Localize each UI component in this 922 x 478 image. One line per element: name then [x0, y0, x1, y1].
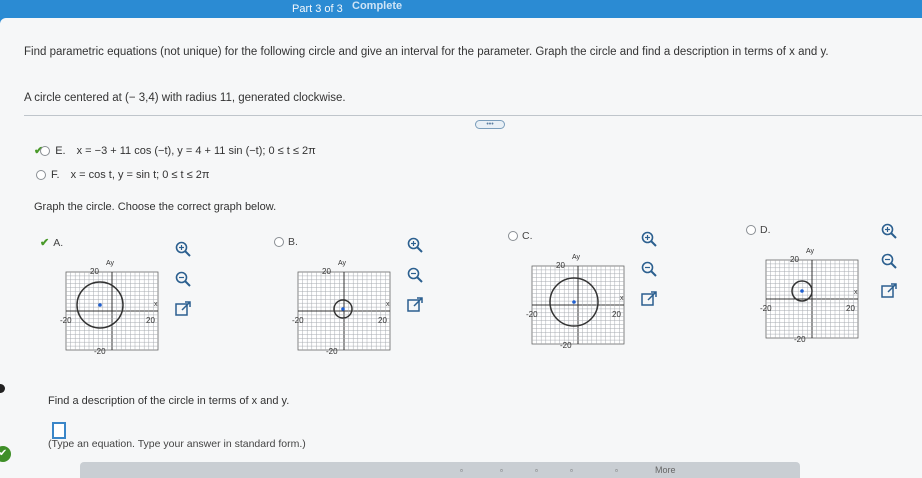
graph-c-x-right: 20	[612, 310, 621, 319]
option-f-text: x = cos t, y = sin t; 0 ≤ t ≤ 2π	[70, 169, 210, 181]
graph-b-y-bottom: -20	[326, 347, 338, 356]
graph-b-y-axis: Ay	[338, 260, 347, 267]
toolbar-tool[interactable]: ▫	[615, 466, 618, 475]
graph-c-center	[572, 300, 576, 304]
answer-input[interactable]	[52, 422, 66, 439]
external-link-icon[interactable]	[640, 290, 658, 308]
graph-d[interactable]: 20 -20 -20 20 x Ay	[758, 244, 868, 344]
option-e-text: x = −3 + 11 cos (−t), y = 4 + 11 sin (−t…	[76, 144, 316, 157]
choice-b[interactable]: B.	[274, 236, 298, 248]
graph-c-y-axis: Ay	[572, 254, 581, 261]
option-f[interactable]: F. x = cos t, y = sin t; 0 ≤ t ≤ 2π	[36, 169, 209, 181]
choice-c-letter: C.	[522, 230, 533, 242]
graph-prompt: Graph the circle. Choose the correct gra…	[34, 201, 277, 213]
toolbar-tool[interactable]: ▫	[460, 466, 463, 475]
graph-a-x-left: -20	[60, 316, 72, 325]
choice-c[interactable]: C.	[508, 230, 533, 242]
option-e-letter: E.	[55, 144, 66, 157]
answer-hint: (Type an equation. Type your answer in s…	[48, 438, 306, 450]
zoom-out-icon[interactable]	[174, 270, 192, 288]
graph-b-x-right: 20	[378, 316, 387, 325]
graph-a-center	[98, 303, 102, 307]
external-link-icon[interactable]	[406, 296, 424, 314]
graph-d-x-left: -20	[760, 304, 772, 313]
graph-a-y-axis: Ay	[106, 260, 115, 267]
toolbar-tool[interactable]: ▫	[535, 466, 538, 475]
choice-b-letter: B.	[288, 236, 298, 248]
graph-b-grid	[297, 271, 391, 351]
choice-d-letter: D.	[760, 224, 771, 236]
status-label: Complete	[352, 0, 403, 12]
part-label: Part 3 of 3	[292, 3, 343, 15]
graph-c[interactable]: 20 -20 -20 20 x Ay	[524, 250, 634, 350]
graph-c-x-left: -20	[526, 310, 538, 319]
graph-a-x-right: 20	[146, 316, 155, 325]
choice-d[interactable]: D.	[746, 224, 771, 236]
check-icon: ✔	[40, 237, 50, 249]
graph-b-x-axis: x	[386, 301, 390, 308]
zoom-out-icon[interactable]	[640, 260, 658, 278]
zoom-in-icon[interactable]	[880, 222, 898, 240]
graph-b-x-left: -20	[292, 316, 304, 325]
graph-c-y-bottom: -20	[560, 341, 572, 350]
graph-a-y-bottom: -20	[94, 347, 106, 356]
option-f-radio[interactable]	[36, 170, 46, 180]
graph-d-y-bottom: -20	[794, 335, 806, 344]
expand-pill[interactable]: •••	[475, 120, 505, 129]
graph-c-x-axis: x	[620, 295, 624, 302]
external-link-icon[interactable]	[880, 282, 898, 300]
graph-c-y-top: 20	[556, 261, 565, 270]
graph-d-y-top: 20	[790, 255, 799, 264]
choice-b-radio[interactable]	[274, 237, 284, 247]
graph-b[interactable]: 20 -20 -20 20 x Ay	[290, 256, 400, 356]
option-f-letter: F.	[51, 169, 60, 181]
graph-d-x-right: 20	[846, 304, 855, 313]
toolbar-more-button[interactable]: More	[655, 465, 676, 475]
zoom-out-icon[interactable]	[880, 252, 898, 270]
question-circle: A circle centered at (− 3,4) with radius…	[24, 92, 346, 104]
choice-a-letter: A.	[53, 236, 64, 249]
option-e[interactable]: ✔ E. x = −3 + 11 cos (−t), y = 4 + 11 si…	[34, 144, 316, 158]
zoom-in-icon[interactable]	[640, 230, 658, 248]
choice-a[interactable]: ✔ A.	[40, 236, 64, 250]
graph-d-y-axis: Ay	[806, 248, 815, 255]
choice-d-radio[interactable]	[746, 225, 756, 235]
question-panel: Find parametric equations (not unique) f…	[0, 18, 922, 478]
option-e-radio[interactable]	[40, 145, 51, 156]
choice-c-radio[interactable]	[508, 231, 518, 241]
toolbar-tool[interactable]: ▫	[570, 466, 573, 475]
graph-d-grid	[765, 259, 859, 339]
graph-b-center	[341, 307, 345, 311]
graph-d-x-axis: x	[854, 289, 858, 296]
graph-b-y-top: 20	[322, 267, 331, 276]
graph-a[interactable]: 20 -20 -20 20 x Ay	[58, 256, 168, 356]
zoom-out-icon[interactable]	[406, 266, 424, 284]
divider	[24, 115, 922, 116]
math-toolbar: ▫ ▫ ▫ ▫ ▫ More	[80, 462, 800, 478]
description-prompt: Find a description of the circle in term…	[48, 395, 290, 407]
zoom-in-icon[interactable]	[174, 240, 192, 258]
graph-d-center	[800, 289, 804, 293]
graph-a-grid	[65, 271, 159, 351]
external-link-icon[interactable]	[174, 300, 192, 318]
toolbar-tool[interactable]: ▫	[500, 466, 503, 475]
zoom-in-icon[interactable]	[406, 236, 424, 254]
graph-a-x-axis: x	[154, 301, 158, 308]
graph-a-y-top: 20	[90, 267, 99, 276]
question-prompt: Find parametric equations (not unique) f…	[24, 46, 829, 58]
